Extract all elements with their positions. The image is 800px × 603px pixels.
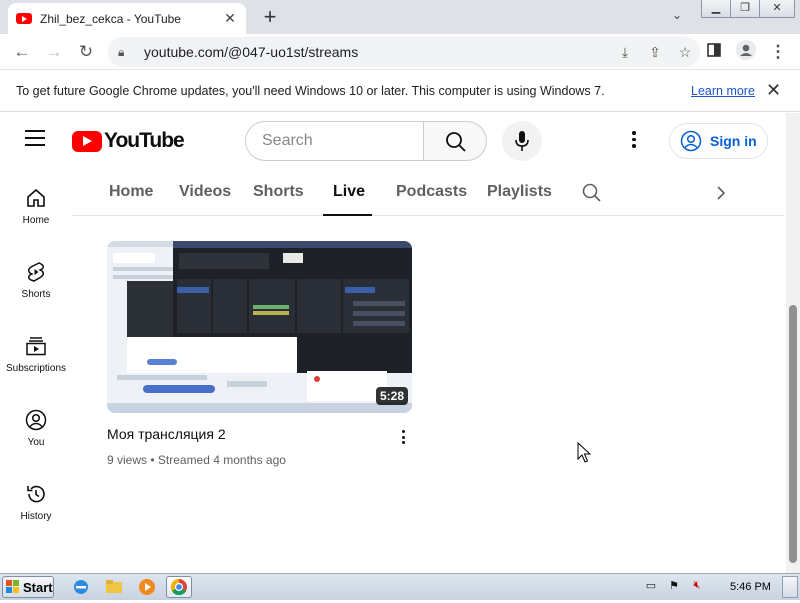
window-controls: ▁ ❐ ✕ xyxy=(701,0,795,18)
browser-toolbar: ← → ↻ 🔒︎ youtube.com/@047-uo1st/streams … xyxy=(0,34,800,70)
share-icon[interactable]: ⇪ xyxy=(640,44,670,61)
windows-logo-icon xyxy=(6,580,19,593)
search-button[interactable] xyxy=(423,121,487,161)
tab-live[interactable]: Live xyxy=(333,183,365,201)
bookmark-star-icon[interactable]: ☆ xyxy=(670,44,700,61)
start-button[interactable]: Start xyxy=(2,576,54,598)
history-icon xyxy=(27,485,45,503)
action-center-flag-icon[interactable]: ⚑ xyxy=(665,579,683,595)
minimize-button[interactable]: ▁ xyxy=(701,0,731,18)
sidebar-item-home[interactable]: Home xyxy=(0,187,72,226)
mouse-cursor-icon xyxy=(577,442,591,463)
settings-menu-icon[interactable] xyxy=(632,131,636,151)
install-icon[interactable]: ⤓ xyxy=(610,44,640,61)
thumbnail-screenshot-image xyxy=(107,241,412,413)
channel-search-icon[interactable] xyxy=(582,183,602,203)
home-icon xyxy=(27,188,45,207)
tab-podcasts[interactable]: Podcasts xyxy=(396,183,467,201)
internet-explorer-icon xyxy=(74,580,88,594)
browser-tab[interactable]: Zhil_bez_cekca - YouTube ✕ xyxy=(8,3,246,34)
infobar-message: To get future Google Chrome updates, you… xyxy=(16,83,605,98)
account-circle-icon xyxy=(680,130,702,152)
side-panel-icon[interactable] xyxy=(702,40,726,64)
sidebar-item-subscriptions[interactable]: Subscriptions xyxy=(0,335,72,374)
system-tray: ▭ ⚑ 🔇︎ xyxy=(642,577,711,597)
sidebar-item-shorts[interactable]: Shorts xyxy=(0,261,72,300)
infobar-close-icon[interactable]: ✕ xyxy=(766,80,781,101)
video-title[interactable]: Моя трансляция 2 xyxy=(107,426,226,442)
sign-in-button[interactable]: Sign in xyxy=(669,123,768,159)
profile-icon[interactable] xyxy=(734,40,758,64)
taskbar-clock[interactable]: 5:46 PM xyxy=(730,581,771,593)
taskbar-chrome-button[interactable] xyxy=(166,576,192,598)
tab-home[interactable]: Home xyxy=(109,183,153,201)
sidebar-label-you: You xyxy=(27,437,45,448)
media-player-icon xyxy=(139,579,155,595)
video-thumbnail[interactable]: 5:28 xyxy=(107,241,412,413)
taskbar-ie-button[interactable] xyxy=(68,576,94,598)
youtube-logo[interactable]: YouTube xyxy=(72,129,185,153)
update-infobar: To get future Google Chrome updates, you… xyxy=(0,70,800,112)
chevron-right-icon[interactable] xyxy=(715,185,727,201)
taskbar-explorer-button[interactable] xyxy=(101,576,127,598)
tab-videos[interactable]: Videos xyxy=(179,183,231,201)
chrome-icon xyxy=(170,578,187,596)
restore-button[interactable]: ❐ xyxy=(730,0,760,18)
tab-search-chevron-icon[interactable]: ⌄ xyxy=(672,8,682,22)
video-duration-badge: 5:28 xyxy=(375,387,408,405)
scrollbar-thumb[interactable] xyxy=(789,305,797,563)
sidebar-label-history: History xyxy=(20,511,52,522)
sidebar-label-home: Home xyxy=(22,215,50,226)
close-window-button[interactable]: ✕ xyxy=(759,0,795,18)
channel-tabs: Home Videos Shorts Live Podcasts Playlis… xyxy=(72,170,784,216)
youtube-page: YouTube Search Sign in Home Shorts Subsc… xyxy=(0,113,800,573)
search-input[interactable]: Search xyxy=(245,121,423,161)
chrome-menu-icon[interactable]: ⋮ xyxy=(766,40,790,64)
microphone-icon xyxy=(515,131,529,151)
start-label: Start xyxy=(23,579,53,595)
video-more-actions-icon[interactable] xyxy=(402,430,406,447)
reload-icon[interactable]: ↻ xyxy=(74,40,98,64)
tab-playlists[interactable]: Playlists xyxy=(487,183,552,201)
video-metadata: 9 views • Streamed 4 months ago xyxy=(107,453,286,467)
hamburger-menu-icon[interactable] xyxy=(25,130,45,151)
windows-taskbar: Start ▭ ⚑ 🔇︎ 5:46 PM xyxy=(0,573,800,600)
youtube-play-icon xyxy=(72,130,102,152)
voice-search-button[interactable] xyxy=(502,121,542,161)
folder-icon xyxy=(106,580,122,593)
forward-icon[interactable]: → xyxy=(42,40,66,64)
youtube-favicon-icon xyxy=(16,13,32,24)
tab-strip: Zhil_bez_cekca - YouTube ✕ + ⌄ ▁ ❐ ✕ xyxy=(0,0,800,34)
you-icon xyxy=(25,409,47,431)
address-bar[interactable]: 🔒︎ youtube.com/@047-uo1st/streams ⤓ ⇪ ☆ xyxy=(108,37,700,67)
url-text: youtube.com/@047-uo1st/streams xyxy=(144,44,359,60)
tab-title: Zhil_bez_cekca - YouTube xyxy=(40,11,181,26)
sidebar-label-subscriptions: Subscriptions xyxy=(5,363,67,374)
subscriptions-icon xyxy=(26,337,46,356)
close-tab-icon[interactable]: ✕ xyxy=(222,10,238,27)
back-icon[interactable]: ← xyxy=(10,40,34,64)
new-tab-button[interactable]: + xyxy=(258,5,282,29)
taskbar-media-player-button[interactable] xyxy=(134,576,160,598)
sidebar-label-shorts: Shorts xyxy=(21,289,51,300)
shorts-icon xyxy=(27,262,45,282)
active-tab-underline xyxy=(323,214,372,216)
youtube-wordmark: YouTube xyxy=(104,129,185,152)
tray-device-icon[interactable]: ▭ xyxy=(642,579,660,595)
search-icon xyxy=(446,132,466,152)
page-scrollbar[interactable] xyxy=(786,113,800,573)
volume-muted-icon[interactable]: 🔇︎ xyxy=(688,579,706,595)
tab-shorts[interactable]: Shorts xyxy=(253,183,304,201)
sidebar-item-you[interactable]: You xyxy=(0,409,72,448)
learn-more-link[interactable]: Learn more xyxy=(691,84,755,98)
show-desktop-button[interactable] xyxy=(782,576,798,598)
site-info-icon[interactable]: 🔒︎ xyxy=(118,45,134,60)
sign-in-label: Sign in xyxy=(710,133,757,149)
sidebar-item-history[interactable]: History xyxy=(0,483,72,522)
